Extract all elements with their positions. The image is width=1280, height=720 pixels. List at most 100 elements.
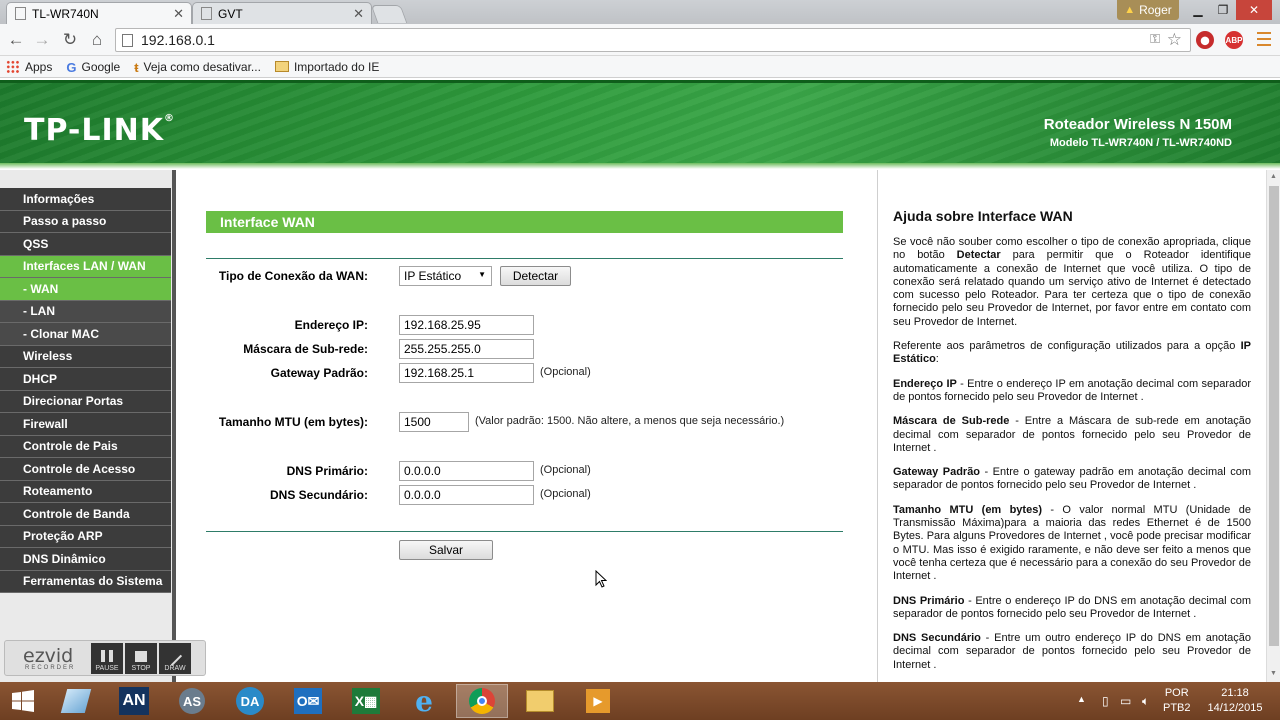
sidebar-item[interactable]: Proteção ARP bbox=[0, 525, 171, 548]
sidebar-item[interactable]: DNS Dinâmico bbox=[0, 548, 171, 571]
maximize-button[interactable]: ❐ bbox=[1210, 0, 1236, 20]
sidebar-item[interactable]: - LAN bbox=[0, 300, 171, 323]
scrollbar-thumb[interactable] bbox=[1269, 186, 1279, 646]
sidebar-item[interactable]: Passo a passo bbox=[0, 210, 171, 233]
reload-icon[interactable]: ↻ bbox=[60, 30, 80, 50]
page-info-icon[interactable] bbox=[122, 33, 133, 47]
back-icon[interactable]: ← bbox=[6, 30, 26, 50]
page-icon bbox=[201, 7, 212, 20]
start-button[interactable] bbox=[0, 684, 46, 718]
detect-button[interactable]: Detectar bbox=[500, 266, 571, 286]
ezvid-logo: ezvid bbox=[23, 645, 74, 667]
help-paragraph: Tamanho MTU (em bytes) - O valor normal … bbox=[893, 503, 1252, 583]
adblock-icon[interactable]: ⬤ bbox=[1196, 31, 1214, 49]
tray-expand-icon[interactable]: ▲ bbox=[1077, 694, 1086, 704]
scroll-up-icon[interactable]: ▲ bbox=[1270, 173, 1277, 180]
draw-label: DRAW bbox=[164, 665, 186, 672]
battery-icon[interactable]: ▯ bbox=[1102, 694, 1109, 708]
divider bbox=[206, 531, 843, 532]
tab-tl-wr740n[interactable]: TL-WR740N ✕ bbox=[6, 2, 192, 24]
stop-button[interactable]: STOP bbox=[125, 643, 157, 674]
home-icon[interactable]: ⌂ bbox=[87, 30, 107, 50]
volume-icon[interactable]: 🔈︎ bbox=[1142, 694, 1149, 709]
sidebar-item[interactable]: Direcionar Portas bbox=[0, 390, 171, 413]
sidebar-item[interactable]: - WAN bbox=[0, 278, 171, 301]
chrome-menu-icon[interactable] bbox=[1257, 32, 1271, 46]
apps-grid-icon bbox=[6, 59, 20, 74]
taskbar-app-an[interactable]: AN bbox=[108, 684, 160, 718]
taskbar-app-excel[interactable]: X▦ bbox=[340, 684, 392, 718]
bookmark-veja[interactable]: ŧ Veja como desativar... bbox=[134, 59, 261, 75]
key-icon[interactable]: ⚿ bbox=[1150, 31, 1160, 47]
page-icon bbox=[15, 7, 26, 20]
outlook-icon: O✉ bbox=[294, 688, 322, 714]
close-tab-icon[interactable]: ✕ bbox=[173, 6, 184, 22]
gateway-optional-hint: (Opcional) bbox=[540, 366, 591, 378]
clock[interactable]: 21:18 14/12/2015 bbox=[1200, 686, 1270, 716]
scroll-down-icon[interactable]: ▼ bbox=[1270, 670, 1277, 677]
sidebar-menu: Informações Passo a passo QSS Interfaces LA… bbox=[0, 188, 171, 593]
windows-logo-icon bbox=[12, 690, 34, 712]
mtu-field[interactable]: 1500 bbox=[399, 412, 469, 432]
taskbar-app-as[interactable]: AS bbox=[166, 684, 218, 718]
taskbar-app-media[interactable]: ▶ bbox=[572, 684, 624, 718]
close-window-button[interactable]: ✕ bbox=[1236, 0, 1272, 20]
dns-primary-field[interactable]: 0.0.0.0 bbox=[399, 461, 534, 481]
dns1-label: DNS Primário: bbox=[286, 464, 368, 478]
sidebar-item[interactable]: Interfaces LAN / WAN bbox=[0, 255, 171, 278]
taskbar-app-da[interactable]: DA bbox=[224, 684, 276, 718]
help-paragraph: DNS Secundário - Entre um outro endereço… bbox=[893, 632, 1252, 671]
sidebar-item[interactable]: Controle de Banda bbox=[0, 503, 171, 526]
conn-type-select[interactable]: IP Estático ▼ bbox=[399, 266, 492, 286]
sidebar-item[interactable]: Ferramentas do Sistema bbox=[0, 570, 171, 593]
dns-secondary-field[interactable]: 0.0.0.0 bbox=[399, 485, 534, 505]
ip-label: Endereço IP: bbox=[294, 318, 368, 332]
minimize-button[interactable]: ▁ bbox=[1185, 0, 1211, 20]
chrome-icon bbox=[469, 688, 495, 714]
close-tab-icon[interactable]: ✕ bbox=[353, 6, 364, 22]
ezvid-subtitle: RECORDER bbox=[25, 665, 76, 671]
sidebar-item[interactable]: Firewall bbox=[0, 413, 171, 436]
ip-address-field[interactable]: 192.168.25.95 bbox=[399, 315, 534, 335]
taskbar-app-folder[interactable] bbox=[514, 684, 566, 718]
sidebar-item[interactable]: QSS bbox=[0, 233, 171, 256]
bookmark-label: Apps bbox=[25, 59, 53, 74]
product-title: Roteador Wireless N 150M bbox=[1043, 116, 1232, 133]
file-explorer-icon bbox=[60, 689, 92, 713]
warning-icon: ▲ bbox=[1124, 4, 1136, 16]
save-button[interactable]: Salvar bbox=[399, 540, 493, 560]
bookmark-folder-ie[interactable]: Importado do IE bbox=[274, 60, 379, 74]
profile-button[interactable]: ▲ Roger bbox=[1117, 0, 1179, 20]
bookmark-label: Google bbox=[81, 59, 121, 74]
bookmark-apps[interactable]: Apps bbox=[6, 59, 53, 74]
subnet-mask-field[interactable]: 255.255.255.0 bbox=[399, 339, 534, 359]
network-icon[interactable]: ▭ bbox=[1120, 694, 1131, 708]
draw-button[interactable]: DRAW bbox=[159, 643, 191, 674]
bookmark-star-icon[interactable]: ☆ bbox=[1167, 30, 1182, 50]
address-bar[interactable]: 192.168.0.1 ⚿ ☆ bbox=[115, 28, 1191, 52]
tab-gvt[interactable]: GVT ✕ bbox=[192, 2, 372, 24]
sidebar-item[interactable]: DHCP bbox=[0, 368, 171, 391]
help-scrollbar[interactable]: ▲ ▼ bbox=[1266, 170, 1280, 682]
sidebar-item[interactable]: Wireless bbox=[0, 345, 171, 368]
taskbar-app-ie[interactable]: e bbox=[398, 684, 450, 718]
bookmark-label: Veja como desativar... bbox=[143, 59, 261, 74]
sidebar-item[interactable]: Controle de Pais bbox=[0, 435, 171, 458]
sidebar-item[interactable]: Controle de Acesso bbox=[0, 458, 171, 481]
sidebar-item[interactable]: - Clonar MAC bbox=[0, 323, 171, 346]
pause-button[interactable]: PAUSE bbox=[91, 643, 123, 674]
help-paragraph: Endereço IP - Entre o endereço IP em ano… bbox=[893, 377, 1252, 403]
taskbar-app-chrome[interactable] bbox=[456, 684, 508, 718]
gateway-field[interactable]: 192.168.25.1 bbox=[399, 363, 534, 383]
sidebar-item[interactable]: Informações bbox=[0, 188, 171, 211]
language-indicator[interactable]: POR PTB2 bbox=[1163, 686, 1191, 716]
forward-icon[interactable]: → bbox=[32, 30, 52, 50]
bookmark-google[interactable]: G Google bbox=[66, 59, 121, 75]
taskbar-app-outlook[interactable]: O✉ bbox=[282, 684, 334, 718]
tab-title: TL-WR740N bbox=[32, 6, 99, 21]
abp-icon[interactable]: ABP bbox=[1225, 31, 1243, 49]
new-tab-button[interactable] bbox=[370, 5, 408, 23]
taskbar-app-explorer[interactable] bbox=[50, 684, 102, 718]
sidebar-item[interactable]: Roteamento bbox=[0, 480, 171, 503]
tp-link-logo: TP-LINK® bbox=[24, 113, 176, 148]
